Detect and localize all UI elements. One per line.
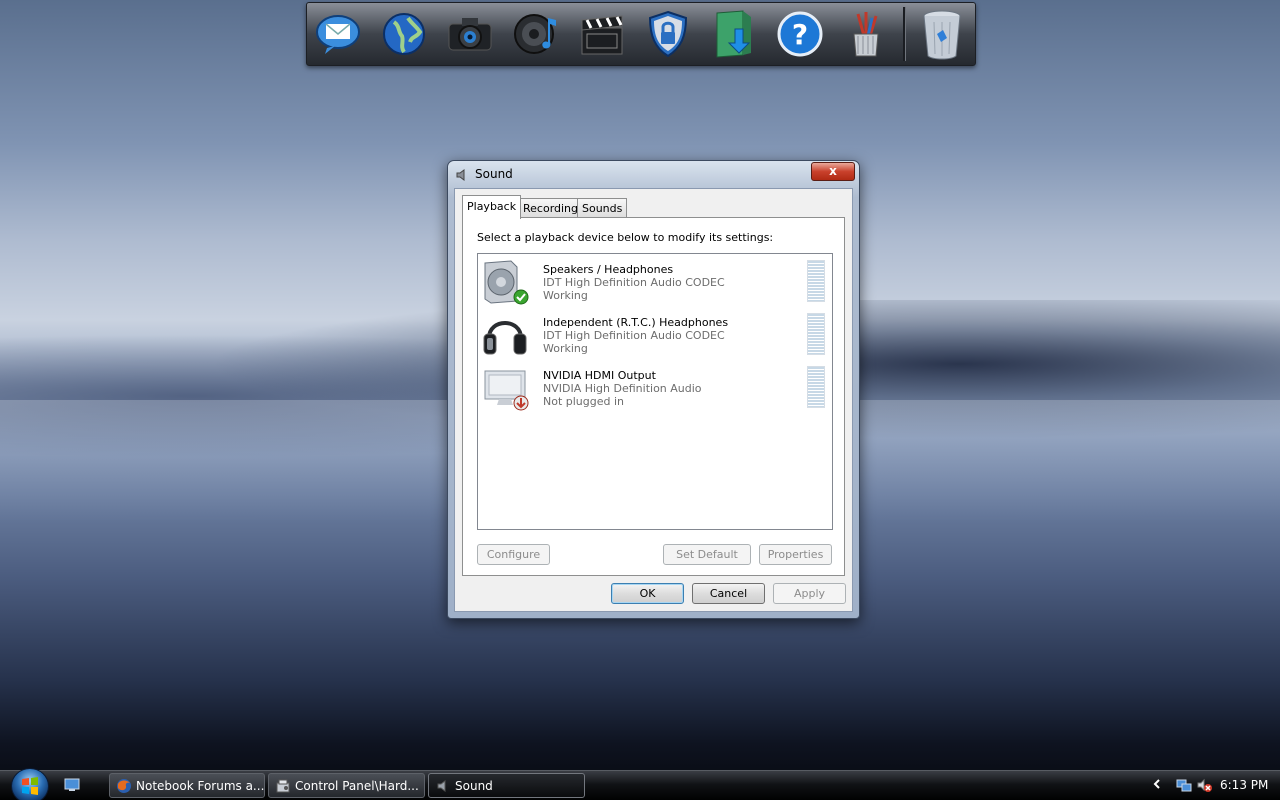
device-driver: IDT High Definition Audio CODEC [543,276,725,289]
device-name: NVIDIA HDMI Output [543,369,656,382]
device-status: Working [543,289,588,302]
tab-recording[interactable]: Recording [518,198,584,218]
headphones-device-icon [481,312,529,358]
dock-separator [903,7,906,61]
speaker-icon[interactable] [511,9,561,59]
tab-label: Sounds [582,202,623,215]
device-driver: IDT High Definition Audio CODEC [543,329,725,342]
svg-text:?: ? [792,18,808,51]
downloads-folder-icon[interactable] [709,9,759,59]
set-default-button[interactable]: Set Default [663,544,751,565]
volume-meter [807,366,825,408]
dialog-title: Sound [475,167,513,181]
device-driver: NVIDIA High Definition Audio [543,382,702,395]
device-item-headphones[interactable]: Independent (R.T.C.) Headphones IDT High… [478,309,832,361]
sound-dialog: Sound x Playback Recording Sounds Select… [447,160,860,619]
control-panel-icon [275,778,291,794]
cancel-button[interactable]: Cancel [692,583,765,604]
device-status: Not plugged in [543,395,625,408]
instruction-text: Select a playback device below to modify… [477,231,774,244]
camera-icon[interactable] [445,9,495,59]
dialog-client-area: Playback Recording Sounds Select a playb… [454,188,853,612]
volume-muted-icon[interactable] [1196,777,1212,793]
tab-sounds[interactable]: Sounds [577,198,628,218]
tab-label: Playback [467,200,517,213]
show-hidden-icons-chevron-icon[interactable] [1152,778,1162,793]
tab-panel-playback: Select a playback device below to modify… [462,217,845,576]
taskbar-button-firefox[interactable]: Notebook Forums a... [109,773,265,798]
start-button[interactable] [11,768,49,800]
ok-button[interactable]: OK [611,583,684,604]
properties-button[interactable]: Properties [759,544,832,565]
close-button[interactable]: x [811,162,855,181]
device-name: Independent (R.T.C.) Headphones [543,316,729,329]
network-icon[interactable] [1176,777,1192,793]
mail-icon[interactable] [313,9,363,59]
clapperboard-icon[interactable] [577,9,627,59]
device-item-speakers[interactable]: Speakers / Headphones IDT High Definitio… [478,256,832,308]
shield-icon[interactable] [643,9,693,59]
task-label: Control Panel\Hard... [295,779,419,793]
device-list[interactable]: Speakers / Headphones IDT High Definitio… [477,253,833,530]
device-item-hdmi[interactable]: NVIDIA HDMI Output NVIDIA High Definitio… [478,362,832,414]
system-clock[interactable]: 6:13 PM [1220,778,1268,792]
volume-meter [807,313,825,355]
firefox-icon [116,778,132,794]
volume-meter [807,260,825,302]
device-name: Speakers / Headphones [543,263,674,276]
help-icon[interactable]: ? [775,9,825,59]
taskbar-button-control-panel[interactable]: Control Panel\Hard... [268,773,425,798]
show-desktop-icon[interactable] [64,778,80,792]
taskbar: Notebook Forums a... Control Panel\Hard.… [0,768,1280,800]
close-icon: x [829,164,837,178]
task-label: Sound [455,779,493,793]
taskbar-button-sound[interactable]: Sound [428,773,585,798]
dock-bar: ? [306,2,976,66]
configure-button[interactable]: Configure [477,544,550,565]
speaker-icon [455,168,469,182]
tab-playback[interactable]: Playback [462,195,522,219]
tab-label: Recording [523,202,579,215]
pencil-cup-icon[interactable] [841,9,891,59]
task-label: Notebook Forums a... [136,779,265,793]
recycle-bin-icon[interactable] [917,9,967,60]
monitor-device-icon [481,365,529,411]
speaker-icon [435,778,451,794]
speaker-device-icon [481,259,529,305]
apply-button[interactable]: Apply [773,583,846,604]
windows-logo-icon [22,777,38,795]
globe-icon[interactable] [379,9,429,59]
device-status: Working [543,342,588,355]
